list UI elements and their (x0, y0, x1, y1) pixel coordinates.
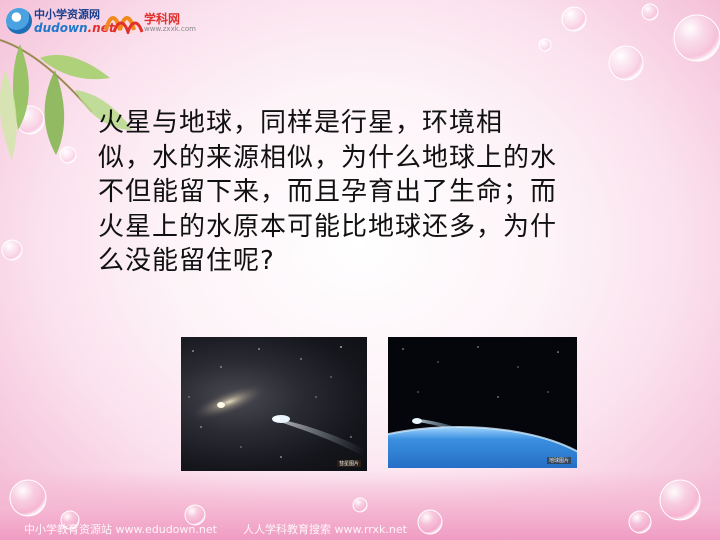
earth-comet-photo: 地球图片 (388, 337, 577, 468)
footer-right-link[interactable]: 人人学科教育搜索 www.rrxk.net (243, 521, 407, 537)
site-logo-zxxk[interactable]: 学科网 www.zxxk.com (104, 6, 196, 38)
bubble (1, 239, 23, 261)
bubble (608, 45, 644, 81)
site-logo-dudown[interactable]: 中小学资源网 dudown.net (4, 4, 115, 38)
photo-caption: 地球图片 (546, 457, 571, 464)
earth-horizon-image (388, 346, 577, 468)
globe-logo-icon (6, 8, 32, 34)
comet-galaxy-image (188, 346, 365, 458)
bubble (538, 38, 552, 52)
logo2-en-text: www.zxxk.com (144, 25, 196, 33)
logo-en-main: dudown (34, 21, 88, 35)
logo-cn-text: 中小学资源网 (34, 8, 100, 21)
footer-left-link[interactable]: 中小学教育资源站 www.edudown.net (24, 521, 217, 537)
slide-background: 中小学资源网 dudown.net 学科网 www.zxxk.com 火星与地球… (0, 0, 720, 540)
zxxk-wave-icon (104, 16, 144, 34)
comet-photo: 彗星图片 (181, 337, 367, 471)
photo-caption: 彗星图片 (336, 460, 361, 467)
bubble (561, 6, 587, 32)
header-logos: 中小学资源网 dudown.net 学科网 www.zxxk.com (4, 4, 196, 38)
question-paragraph: 火星与地球，同样是行星，环境相 似，水的来源相似，为什么地球上的水 不但能留下来… (98, 108, 558, 276)
logo-en-text: dudown.net (34, 21, 115, 35)
bubble (673, 14, 720, 62)
bubble (641, 3, 659, 21)
